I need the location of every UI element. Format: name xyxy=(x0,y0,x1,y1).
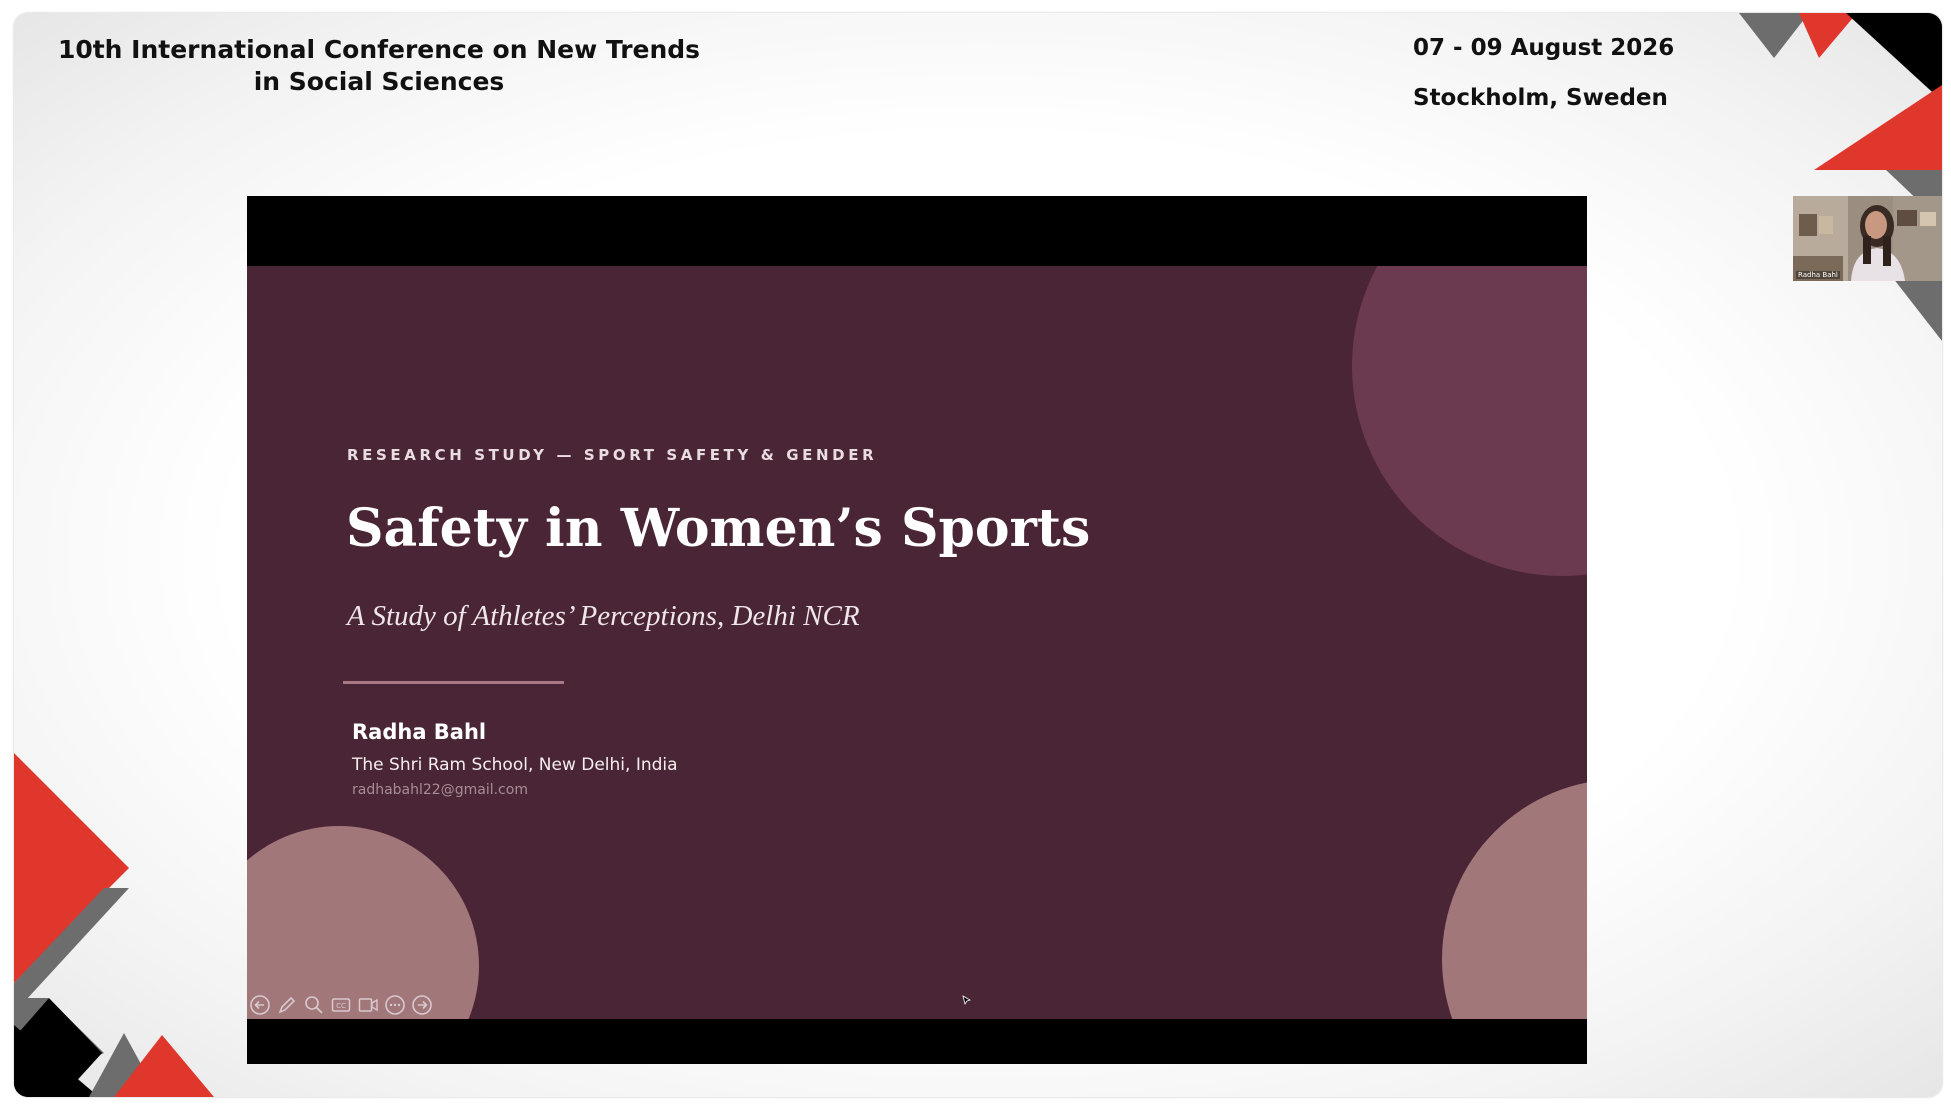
camera-button[interactable] xyxy=(357,994,379,1016)
slide-decorative-circles xyxy=(247,266,1587,1019)
next-slide-button[interactable] xyxy=(411,994,433,1016)
zoom-button[interactable] xyxy=(303,994,325,1016)
conference-dates: 07 - 09 August 2026 xyxy=(1413,35,1675,61)
conference-title-line1: 10th International Conference on New Tre… xyxy=(57,35,701,64)
previous-slide-button[interactable] xyxy=(249,994,271,1016)
slide-title: Safety in Women’s Sports xyxy=(346,498,1091,559)
presentation-slide[interactable]: RESEARCH STUDY — SPORT SAFETY & GENDER S… xyxy=(247,266,1587,1019)
shared-screen[interactable]: RESEARCH STUDY — SPORT SAFETY & GENDER S… xyxy=(247,196,1587,1064)
slide-eyebrow: RESEARCH STUDY — SPORT SAFETY & GENDER xyxy=(347,446,878,464)
svg-text:CC: CC xyxy=(336,1002,346,1010)
participant-name: Radha Bahl xyxy=(1796,271,1840,279)
slide-subtitle: A Study of Athletes’ Perceptions, Delhi … xyxy=(347,600,860,632)
conference-title: 10th International Conference on New Tre… xyxy=(34,34,724,98)
conference-location: Stockholm, Sweden xyxy=(1413,85,1668,111)
mouse-cursor-icon xyxy=(962,995,971,1005)
camera-icon xyxy=(358,998,378,1012)
slide-author: Radha Bahl xyxy=(352,720,487,744)
more-options-button[interactable] xyxy=(384,994,406,1016)
conference-title-line2: in Social Sciences xyxy=(253,67,505,96)
captions-icon: CC xyxy=(331,998,351,1012)
slide-email: radhabahl22@gmail.com xyxy=(352,782,528,798)
participant-video-thumbnail[interactable]: Radha Bahl xyxy=(1793,196,1942,281)
next-slide-icon xyxy=(412,995,432,1015)
slide-affiliation: The Shri Ram School, New Delhi, India xyxy=(352,755,678,775)
more-options-icon xyxy=(385,995,405,1015)
pen-icon xyxy=(278,996,296,1014)
participant-video-feed xyxy=(1793,196,1942,281)
slide-divider xyxy=(343,681,564,684)
zoom-icon xyxy=(305,996,323,1014)
captions-button[interactable]: CC xyxy=(330,994,352,1016)
conference-frame: 10th International Conference on New Tre… xyxy=(14,13,1942,1097)
pen-button[interactable] xyxy=(276,994,298,1016)
previous-slide-icon xyxy=(250,995,270,1015)
presenter-toolbar: CC xyxy=(249,994,433,1016)
